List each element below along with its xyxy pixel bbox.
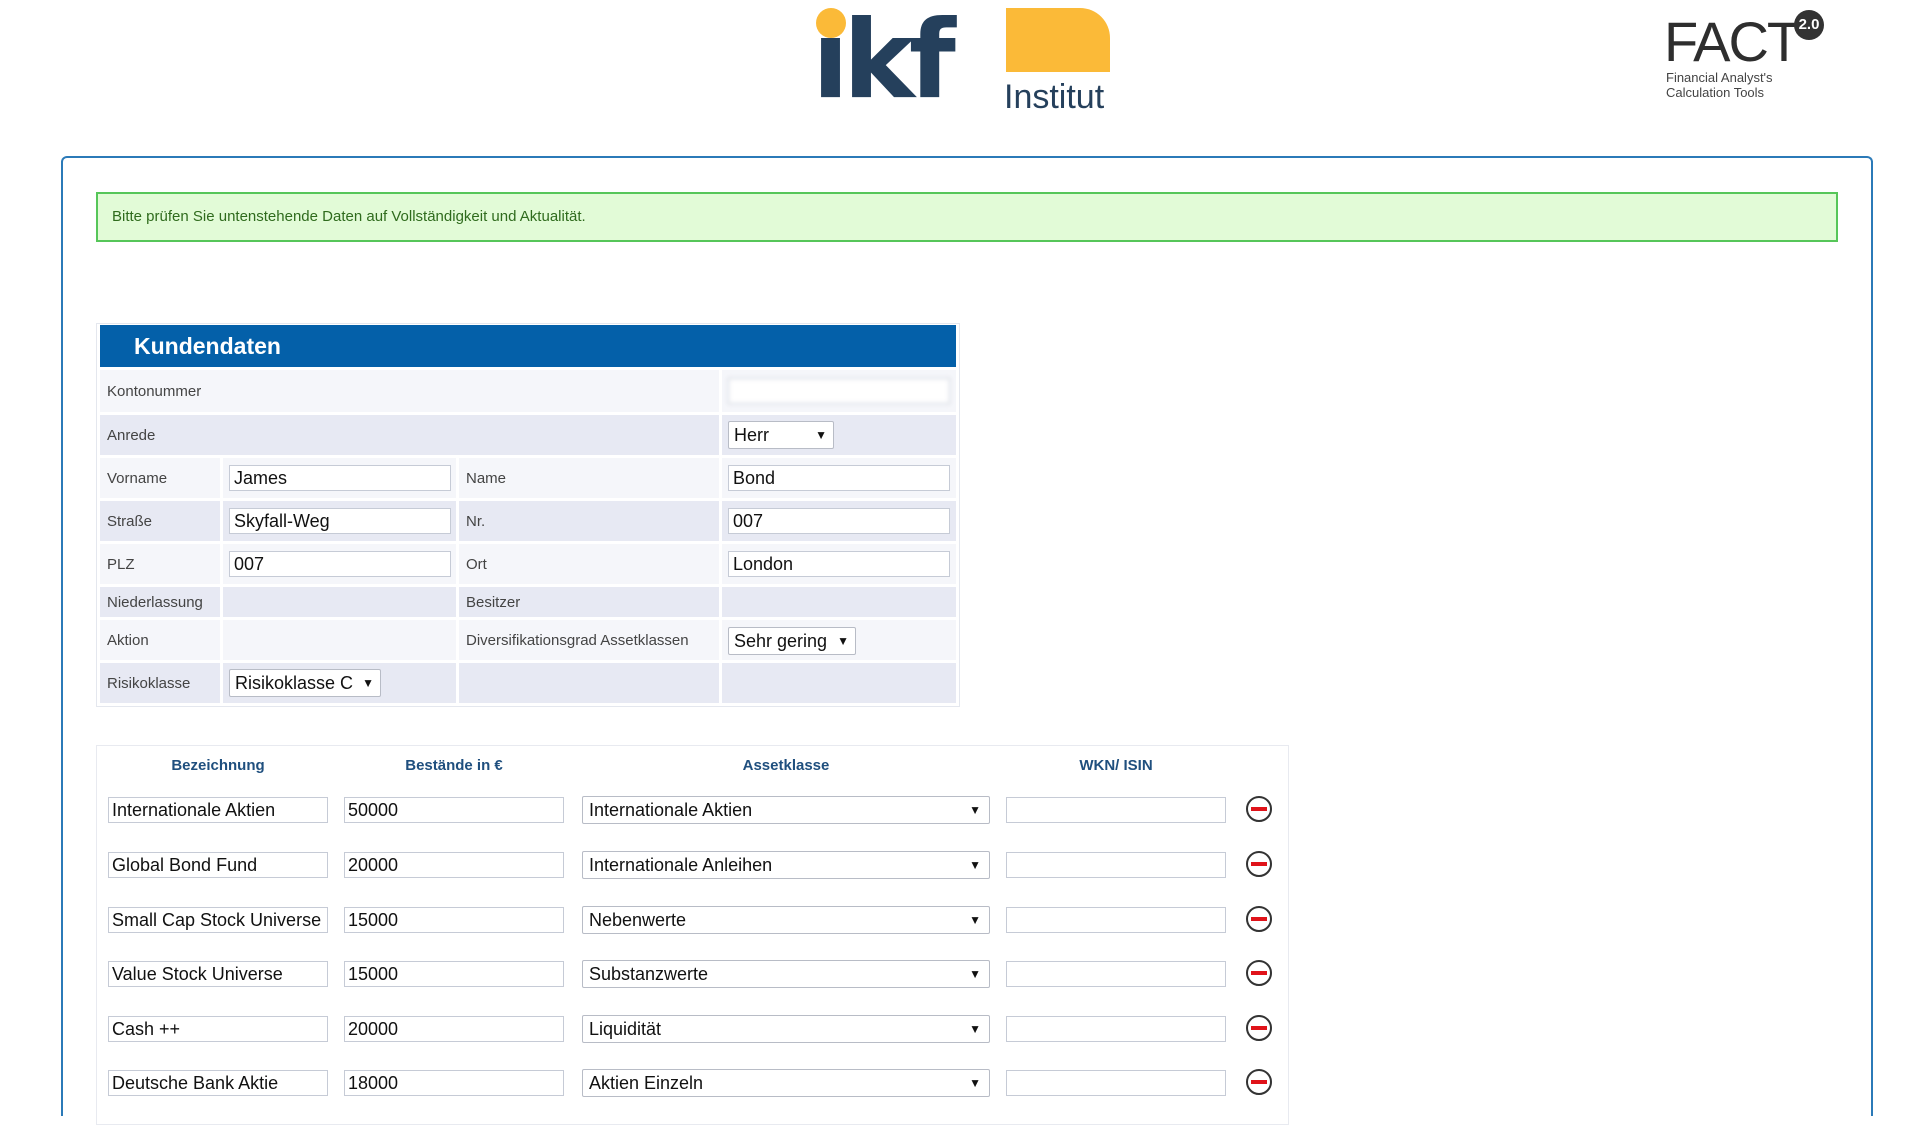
fact-logo-word: FACT	[1664, 10, 1801, 73]
diversifikation-selected-value: Sehr gering	[734, 631, 828, 651]
vorname-input[interactable]: James	[229, 465, 451, 491]
holding-name-input[interactable]: Small Cap Stock Universe	[108, 907, 328, 933]
name-label: Name	[459, 458, 719, 498]
holding-asset-select[interactable]: Substanzwerte ▼	[582, 960, 990, 988]
remove-circle-icon	[1251, 1026, 1267, 1030]
dropdown-arrow-icon: ▼	[969, 913, 981, 927]
fact-version-badge: 2.0	[1794, 10, 1824, 40]
header-wkn-isin: WKN/ ISIN	[1079, 757, 1153, 774]
diversifikation-select[interactable]: Sehr gering ▼	[728, 627, 856, 655]
kontonummer-input[interactable]	[728, 378, 950, 404]
ikf-logo-subtitle: Institut	[1004, 78, 1105, 116]
kontonummer-label: Kontonummer	[100, 370, 719, 412]
holding-name-input[interactable]: Global Bond Fund	[108, 852, 328, 878]
niederlassung-label: Niederlassung	[100, 587, 220, 617]
holding-asset-value: Liquidität	[589, 1019, 662, 1039]
remove-circle-icon	[1251, 971, 1267, 975]
dropdown-arrow-icon: ▼	[969, 1076, 981, 1090]
customer-data-title: Kundendaten	[100, 325, 956, 367]
holding-asset-value: Substanzwerte	[589, 964, 709, 984]
holding-asset-select[interactable]: Nebenwerte ▼	[582, 906, 990, 934]
holding-amount-input[interactable]: 20000	[344, 852, 564, 878]
fact-logo: FACT 2.0 Financial Analyst's Calculation…	[1664, 10, 1834, 105]
dropdown-arrow-icon: ▼	[969, 967, 981, 981]
holding-wkn-input[interactable]	[1006, 907, 1226, 933]
remove-circle-icon	[1251, 807, 1267, 811]
plz-label: PLZ	[100, 544, 220, 584]
risikoklasse-label: Risikoklasse	[100, 663, 220, 703]
holding-amount-input[interactable]: 18000	[344, 1070, 564, 1096]
holding-wkn-input[interactable]	[1006, 797, 1226, 823]
holding-wkn-input[interactable]	[1006, 852, 1226, 878]
ikf-institut-logo: ikf Institut	[812, 2, 1116, 120]
holding-name-input[interactable]: Cash ++	[108, 1016, 328, 1042]
header-assetklasse: Assetklasse	[742, 757, 830, 774]
remove-row-button[interactable]	[1246, 906, 1272, 932]
remove-circle-icon	[1251, 1080, 1267, 1084]
remove-circle-icon	[1251, 917, 1267, 921]
validation-notice: Bitte prüfen Sie untenstehende Daten auf…	[96, 192, 1838, 242]
holding-asset-select[interactable]: Internationale Aktien ▼	[582, 796, 990, 824]
niederlassung-cell	[223, 587, 456, 617]
vorname-label: Vorname	[100, 458, 220, 498]
anrede-select[interactable]: Herr ▼	[728, 421, 834, 449]
aktion-label: Aktion	[100, 620, 220, 660]
holding-amount-input[interactable]: 20000	[344, 1016, 564, 1042]
fact-logo-subtitle: Financial Analyst's Calculation Tools	[1666, 70, 1773, 100]
besitzer-cell	[722, 587, 956, 617]
header-bezeichnung: Bezeichnung	[171, 757, 265, 774]
remove-row-button[interactable]	[1246, 1069, 1272, 1095]
dropdown-arrow-icon: ▼	[969, 1022, 981, 1036]
remove-row-button[interactable]	[1246, 960, 1272, 986]
ikf-logo-dot	[816, 8, 846, 38]
holding-wkn-input[interactable]	[1006, 961, 1226, 987]
dropdown-arrow-icon: ▼	[815, 428, 827, 442]
ort-label: Ort	[459, 544, 719, 584]
nr-label: Nr.	[459, 501, 719, 541]
holding-name-input[interactable]: Internationale Aktien	[108, 797, 328, 823]
risikoklasse-select[interactable]: Risikoklasse C ▼	[229, 669, 381, 697]
holding-amount-input[interactable]: 15000	[344, 907, 564, 933]
aktion-cell	[223, 620, 456, 660]
holding-amount-input[interactable]: 15000	[344, 961, 564, 987]
plz-input[interactable]: 007	[229, 551, 451, 577]
dropdown-arrow-icon: ▼	[837, 634, 849, 648]
holding-asset-value: Aktien Einzeln	[589, 1073, 704, 1093]
fact-subtitle-line2: Calculation Tools	[1666, 85, 1765, 100]
holding-asset-select[interactable]: Liquidität ▼	[582, 1015, 990, 1043]
holding-asset-select[interactable]: Aktien Einzeln ▼	[582, 1069, 990, 1097]
risikoklasse-selected-value: Risikoklasse C	[235, 673, 354, 693]
holding-asset-value: Nebenwerte	[589, 910, 687, 930]
holding-name-input[interactable]: Deutsche Bank Aktie	[108, 1070, 328, 1096]
dropdown-arrow-icon: ▼	[969, 858, 981, 872]
remove-row-button[interactable]	[1246, 851, 1272, 877]
ikf-logo-block	[1006, 8, 1110, 72]
besitzer-label: Besitzer	[459, 587, 719, 617]
diversifikation-label: Diversifikationsgrad Assetklassen	[459, 620, 719, 660]
remove-row-button[interactable]	[1246, 1015, 1272, 1041]
anrede-label: Anrede	[100, 415, 719, 455]
holding-amount-input[interactable]: 50000	[344, 797, 564, 823]
holding-asset-value: Internationale Anleihen	[589, 855, 773, 875]
empty-cell	[459, 663, 719, 703]
strasse-label: Straße	[100, 501, 220, 541]
nr-input[interactable]: 007	[728, 508, 950, 534]
remove-row-button[interactable]	[1246, 796, 1272, 822]
holding-wkn-input[interactable]	[1006, 1016, 1226, 1042]
remove-circle-icon	[1251, 862, 1267, 866]
strasse-input[interactable]: Skyfall-Weg	[229, 508, 451, 534]
holding-name-input[interactable]: Value Stock Universe	[108, 961, 328, 987]
holding-asset-select[interactable]: Internationale Anleihen ▼	[582, 851, 990, 879]
holding-wkn-input[interactable]	[1006, 1070, 1226, 1096]
anrede-selected-value: Herr	[734, 425, 769, 445]
empty-cell	[722, 663, 956, 703]
name-input[interactable]: Bond	[728, 465, 950, 491]
ort-input[interactable]: London	[728, 551, 950, 577]
dropdown-arrow-icon: ▼	[969, 803, 981, 817]
holding-asset-value: Internationale Aktien	[589, 800, 753, 820]
header-bestaende: Bestände in €	[405, 757, 503, 774]
fact-subtitle-line1: Financial Analyst's	[1666, 70, 1773, 85]
dropdown-arrow-icon: ▼	[362, 676, 374, 690]
